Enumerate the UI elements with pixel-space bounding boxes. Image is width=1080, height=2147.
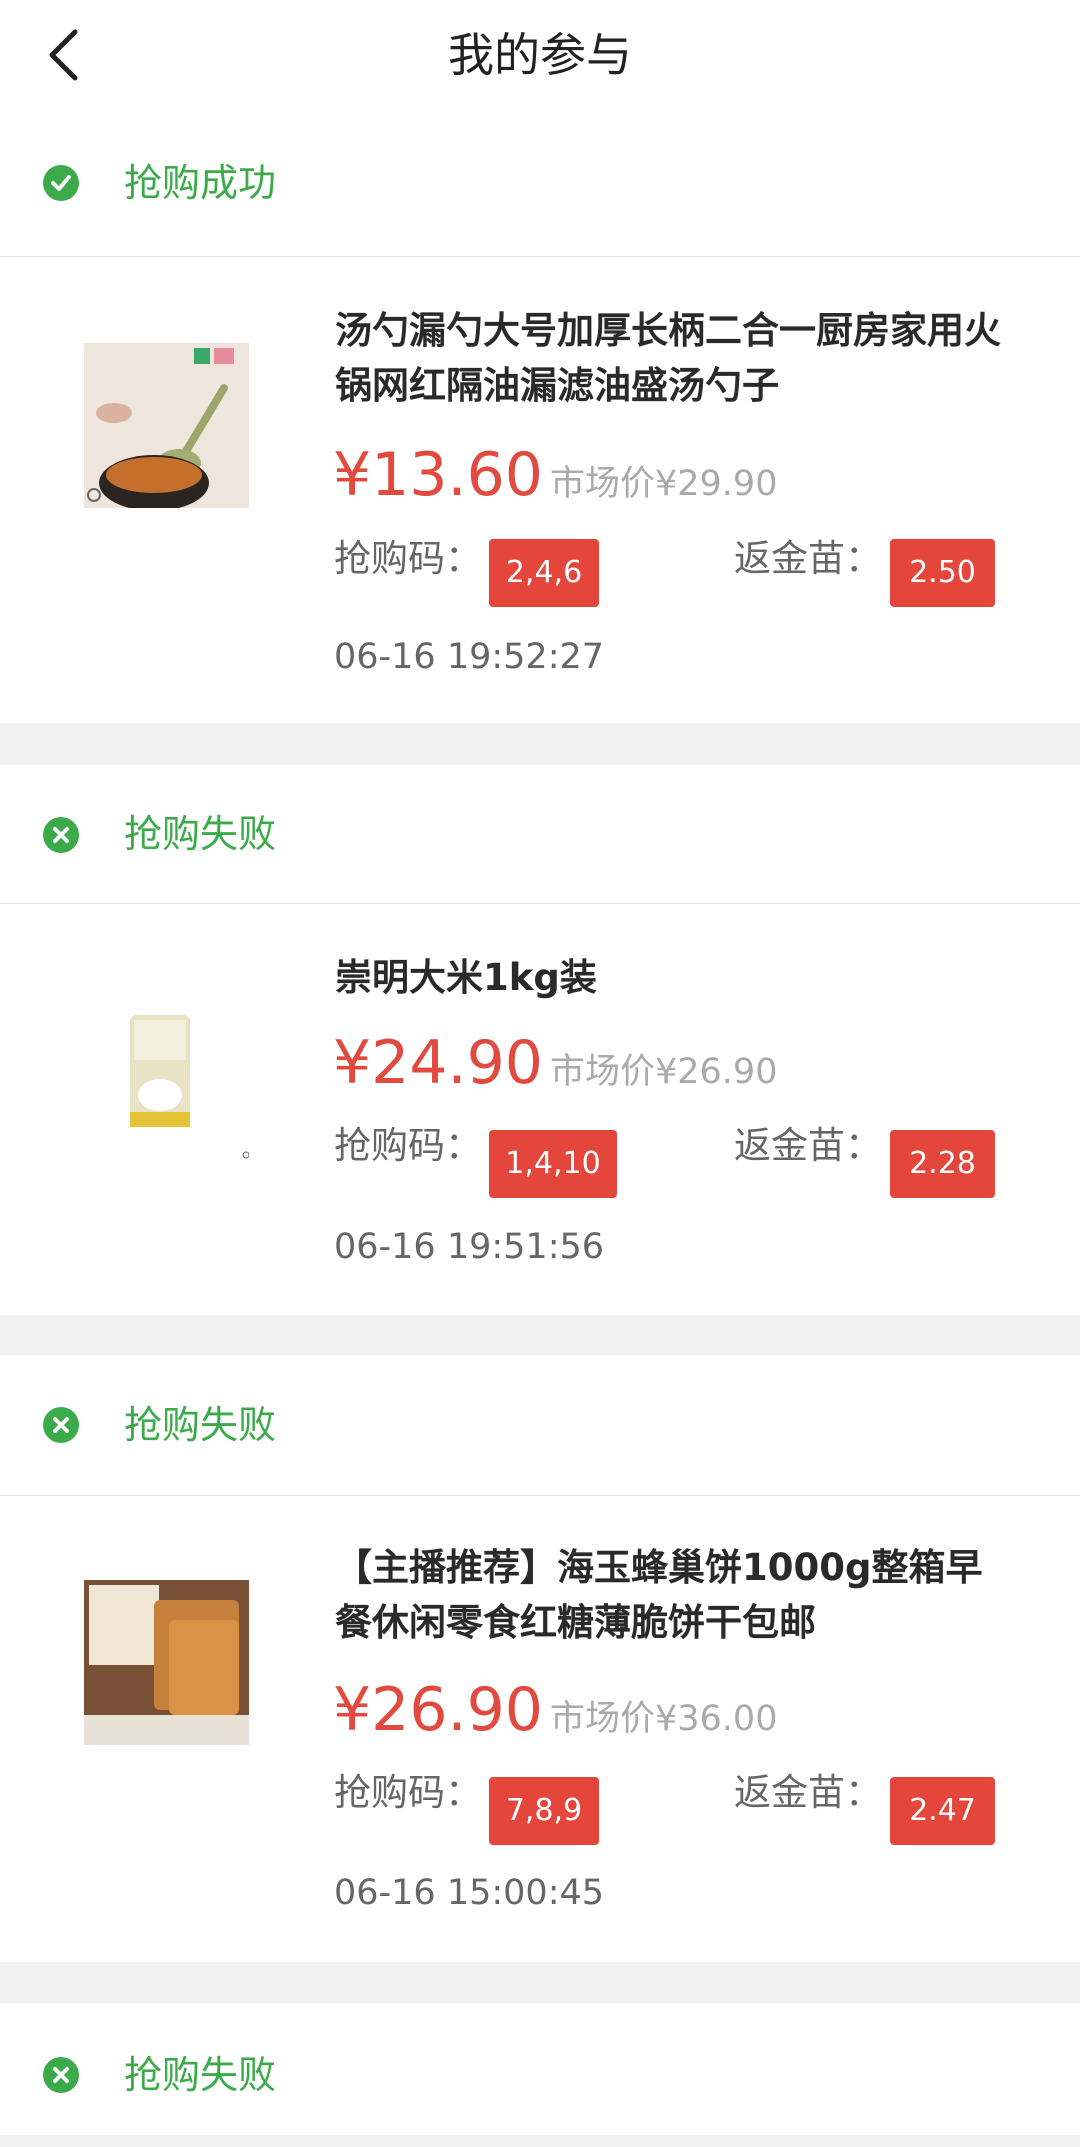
market-price: 市场价¥26.90 bbox=[550, 1052, 778, 1092]
code-label: 抢购码： bbox=[334, 537, 482, 580]
status-text: 抢购成功 bbox=[124, 161, 277, 205]
close-circle-icon bbox=[43, 1407, 79, 1443]
code-tag: 2,4,6 bbox=[489, 539, 599, 607]
top-bar: 我的参与 bbox=[0, 0, 1080, 110]
market-price: 市场价¥29.90 bbox=[550, 464, 778, 504]
miao-label: 返金苗： bbox=[734, 1124, 882, 1167]
status-text: 抢购失败 bbox=[124, 812, 277, 856]
status-row: 抢购成功 bbox=[0, 110, 1080, 257]
product-title[interactable]: 【主播推荐】海玉蜂巢饼1000g整箱早餐休闲零食红糖薄脆饼干包邮 bbox=[335, 1540, 1015, 1650]
product-image[interactable] bbox=[84, 1580, 249, 1745]
close-circle-icon bbox=[43, 817, 79, 853]
code-label: 抢购码： bbox=[334, 1124, 482, 1167]
close-circle-icon bbox=[43, 2057, 79, 2093]
status-row: 抢购失败 bbox=[0, 2003, 1080, 2135]
code-label: 抢购码： bbox=[334, 1771, 482, 1814]
record-card[interactable]: 抢购失败 bbox=[0, 2003, 1080, 2135]
timestamp: 06-16 19:51:56 bbox=[334, 1227, 605, 1267]
price: ¥13.60 bbox=[333, 440, 543, 510]
product-title[interactable]: 汤勺漏勺大号加厚长柄二合一厨房家用火锅网红隔油漏滤油盛汤勺子 bbox=[335, 303, 1015, 413]
timestamp: 06-16 19:52:27 bbox=[334, 637, 605, 677]
check-circle-icon bbox=[43, 165, 79, 201]
status-row: 抢购失败 bbox=[0, 765, 1080, 904]
price: ¥24.90 bbox=[333, 1028, 543, 1098]
page-title: 我的参与 bbox=[448, 28, 632, 82]
status-text: 抢购失败 bbox=[124, 1403, 277, 1447]
miao-label: 返金苗： bbox=[734, 537, 882, 580]
code-tag: 1,4,10 bbox=[489, 1130, 617, 1198]
miao-tag: 2.50 bbox=[890, 539, 995, 607]
miao-label: 返金苗： bbox=[734, 1771, 882, 1814]
record-card[interactable]: 抢购成功 汤勺漏勺大号加厚长柄二合一厨房家用火锅网红隔油漏滤油盛汤勺子 ¥13.… bbox=[0, 110, 1080, 723]
miao-tag: 2.28 bbox=[890, 1130, 995, 1198]
record-card[interactable]: 抢购失败 【主播推荐】海玉蜂巢饼1000g整箱早餐休闲零食红糖薄脆饼干包邮 ¥2… bbox=[0, 1355, 1080, 1962]
code-tag: 7,8,9 bbox=[489, 1777, 599, 1845]
status-row: 抢购失败 bbox=[0, 1355, 1080, 1496]
record-card[interactable]: 抢购失败 崇明大米1kg装 ¥24.90 市场价¥26.90 抢购码： 1,4,… bbox=[0, 765, 1080, 1315]
miao-tag: 2.47 bbox=[890, 1777, 995, 1845]
timestamp: 06-16 15:00:45 bbox=[334, 1873, 605, 1913]
price: ¥26.90 bbox=[333, 1675, 543, 1745]
market-price: 市场价¥36.00 bbox=[550, 1699, 778, 1739]
product-title[interactable]: 崇明大米1kg装 bbox=[335, 950, 1015, 1005]
product-image[interactable] bbox=[84, 343, 249, 511]
status-text: 抢购失败 bbox=[124, 2053, 277, 2097]
product-image[interactable] bbox=[84, 1000, 250, 1165]
